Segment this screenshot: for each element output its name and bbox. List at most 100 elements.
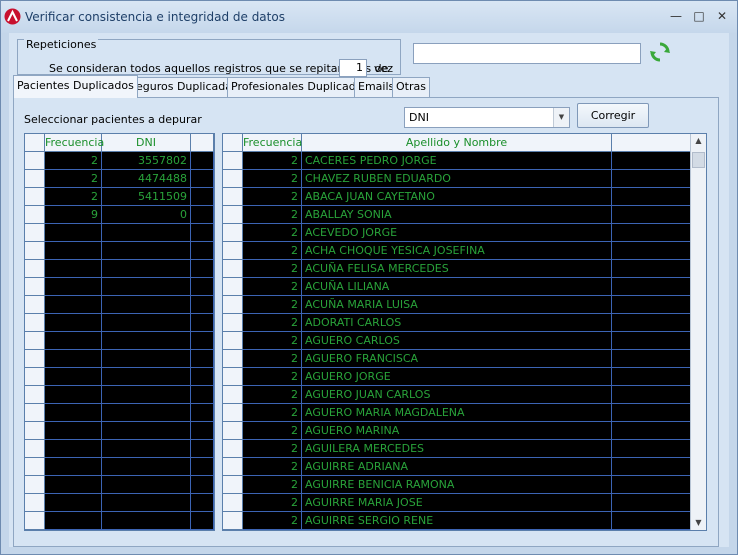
row-selector[interactable] xyxy=(223,296,243,314)
empty-cell[interactable] xyxy=(612,368,691,386)
column-header[interactable]: DNI xyxy=(102,134,191,152)
empty-cell[interactable] xyxy=(191,224,214,242)
row-selector[interactable] xyxy=(25,278,45,296)
row-selector[interactable] xyxy=(25,152,45,170)
row-selector[interactable] xyxy=(25,512,45,530)
tab-profesionales-duplicados[interactable]: Profesionales Duplicados xyxy=(227,77,373,97)
table-cell[interactable]: 3557802 xyxy=(102,152,191,170)
table-cell[interactable]: 0 xyxy=(102,206,191,224)
row-selector[interactable] xyxy=(25,296,45,314)
table-cell[interactable] xyxy=(102,242,191,260)
table-cell[interactable] xyxy=(45,404,102,422)
row-selector[interactable] xyxy=(223,224,243,242)
row-selector[interactable] xyxy=(25,494,45,512)
empty-cell[interactable] xyxy=(191,278,214,296)
table-cell[interactable] xyxy=(45,368,102,386)
empty-cell[interactable] xyxy=(191,170,214,188)
table-cell[interactable]: 2 xyxy=(243,368,302,386)
table-cell[interactable]: 2 xyxy=(243,242,302,260)
row-selector[interactable] xyxy=(25,170,45,188)
empty-cell[interactable] xyxy=(612,332,691,350)
empty-cell[interactable] xyxy=(191,422,214,440)
table-cell[interactable]: AGUIRRE BENICIA RAMONA xyxy=(302,476,612,494)
scrollbar-thumb[interactable] xyxy=(692,152,705,168)
empty-cell[interactable] xyxy=(191,188,214,206)
row-selector[interactable] xyxy=(223,494,243,512)
table-cell[interactable]: 2 xyxy=(243,296,302,314)
maximize-button[interactable]: □ xyxy=(690,8,708,24)
empty-cell[interactable] xyxy=(612,458,691,476)
table-cell[interactable]: ABACA JUAN CAYETANO xyxy=(302,188,612,206)
row-selector[interactable] xyxy=(223,242,243,260)
empty-cell[interactable] xyxy=(612,242,691,260)
table-cell[interactable]: AGUIRRE SERGIO RENE xyxy=(302,512,612,530)
empty-cell[interactable] xyxy=(191,206,214,224)
empty-cell[interactable] xyxy=(612,440,691,458)
empty-cell[interactable] xyxy=(191,296,214,314)
table-cell[interactable]: 2 xyxy=(243,404,302,422)
search-input[interactable] xyxy=(413,43,641,64)
table-cell[interactable] xyxy=(45,494,102,512)
table-cell[interactable] xyxy=(45,386,102,404)
empty-cell[interactable] xyxy=(191,260,214,278)
table-cell[interactable]: ADORATI CARLOS xyxy=(302,314,612,332)
table-cell[interactable] xyxy=(102,350,191,368)
table-cell[interactable] xyxy=(102,386,191,404)
empty-cell[interactable] xyxy=(612,404,691,422)
empty-cell[interactable] xyxy=(612,314,691,332)
table-cell[interactable]: AGUERO MARINA xyxy=(302,422,612,440)
table-cell[interactable] xyxy=(102,458,191,476)
empty-cell[interactable] xyxy=(612,188,691,206)
table-cell[interactable] xyxy=(102,332,191,350)
row-selector[interactable] xyxy=(223,404,243,422)
table-cell[interactable]: ACUÑA FELISA MERCEDES xyxy=(302,260,612,278)
table-cell[interactable]: 2 xyxy=(243,350,302,368)
table-cell[interactable]: ACUÑA MARIA LUISA xyxy=(302,296,612,314)
table-cell[interactable] xyxy=(102,368,191,386)
table-cell[interactable] xyxy=(102,422,191,440)
row-selector[interactable] xyxy=(223,314,243,332)
table-cell[interactable]: 2 xyxy=(243,260,302,278)
empty-cell[interactable] xyxy=(191,314,214,332)
minimize-button[interactable]: — xyxy=(667,8,685,24)
table-cell[interactable]: CHAVEZ RUBEN EDUARDO xyxy=(302,170,612,188)
table-cell[interactable] xyxy=(45,422,102,440)
chevron-up-icon[interactable]: ▲ xyxy=(691,134,706,148)
empty-cell[interactable] xyxy=(191,386,214,404)
empty-cell[interactable] xyxy=(191,404,214,422)
table-cell[interactable] xyxy=(102,224,191,242)
tab-otras[interactable]: Otras xyxy=(392,77,430,97)
empty-cell[interactable] xyxy=(191,242,214,260)
row-selector[interactable] xyxy=(223,260,243,278)
table-cell[interactable]: 9 xyxy=(45,206,102,224)
row-selector[interactable] xyxy=(25,188,45,206)
table-cell[interactable] xyxy=(45,458,102,476)
table-cell[interactable]: AGUERO JORGE xyxy=(302,368,612,386)
table-cell[interactable] xyxy=(45,440,102,458)
table-cell[interactable] xyxy=(45,332,102,350)
row-selector[interactable] xyxy=(25,386,45,404)
table-cell[interactable]: 2 xyxy=(243,440,302,458)
empty-cell[interactable] xyxy=(612,224,691,242)
table-cell[interactable]: ACHA CHOQUE YESICA JOSEFINA xyxy=(302,242,612,260)
empty-cell[interactable] xyxy=(191,440,214,458)
column-header[interactable]: Frecuencia xyxy=(45,134,104,152)
empty-cell[interactable] xyxy=(612,260,691,278)
table-cell[interactable] xyxy=(45,278,102,296)
table-cell[interactable] xyxy=(45,314,102,332)
table-cell[interactable]: 2 xyxy=(243,386,302,404)
empty-column-header[interactable] xyxy=(612,134,691,152)
row-selector[interactable] xyxy=(223,188,243,206)
close-button[interactable]: ✕ xyxy=(713,8,731,24)
table-cell[interactable]: AGUILERA MERCEDES xyxy=(302,440,612,458)
table-cell[interactable] xyxy=(102,278,191,296)
table-cell[interactable] xyxy=(102,314,191,332)
table-cell[interactable]: 5411509 xyxy=(102,188,191,206)
row-selector[interactable] xyxy=(223,350,243,368)
empty-cell[interactable] xyxy=(612,206,691,224)
table-cell[interactable]: CACERES PEDRO JORGE xyxy=(302,152,612,170)
column-header[interactable]: Frecuencia xyxy=(243,134,302,152)
empty-cell[interactable] xyxy=(191,368,214,386)
table-cell[interactable]: 4474488 xyxy=(102,170,191,188)
table-cell[interactable] xyxy=(45,260,102,278)
